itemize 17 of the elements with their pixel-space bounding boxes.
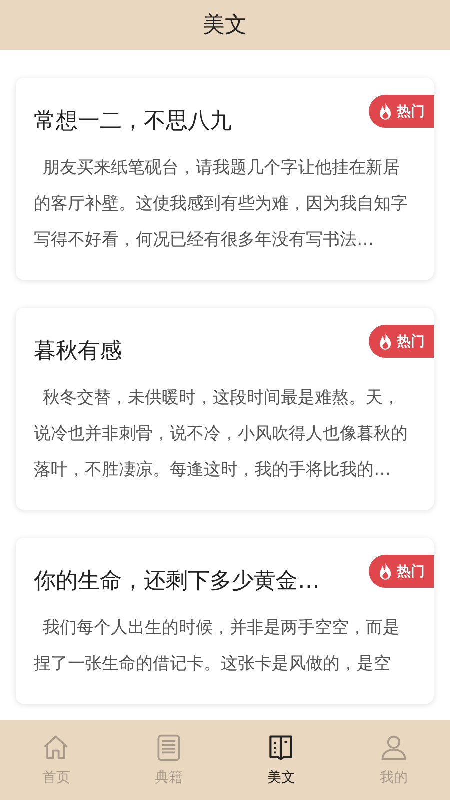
hot-badge: 热门	[369, 555, 434, 588]
article-excerpt: 秋冬交替，未供暖时，这段时间最是难熬。天，说冷也并非刺骨，说不冷，小风吹得人也像暮秋的落叶，不胜凄凉。每逢这时，我的手将比我的…	[34, 387, 409, 482]
flame-icon	[379, 333, 392, 350]
article-card[interactable]: 常想一二，不思八九 热门 朋友买来纸笔砚台，请我题几个字让他挂在新居的客厅补壁。这使我感到有些为难，因为我自知字写得不好看，何况已经有很多年没有写书法…	[16, 78, 434, 280]
flame-icon	[379, 563, 392, 580]
nav-tab[interactable]: 美文	[225, 720, 338, 800]
article-excerpt: 我们每个人出生的时候，并非是两手空空，而是捏了一张生命的借记卡。这张卡是风做的，是空	[34, 617, 401, 676]
hot-badge: 热门	[369, 95, 434, 128]
article-title: 常想一二，不思八九	[34, 108, 232, 136]
article-title: 暮秋有感	[34, 338, 122, 366]
article-card[interactable]: 暮秋有感 热门 秋冬交替，未供暖时，这段时间最是难熬。天，说冷也并非刺骨，说不冷，小风吹得人也像暮秋的落叶，不胜凄凉。每逢这时，我的手将比我的…	[16, 308, 434, 510]
page-title: 美文	[203, 12, 247, 40]
hot-badge: 热门	[369, 325, 434, 358]
flame-icon	[379, 103, 392, 120]
article-card[interactable]: 你的生命，还剩下多少黄金… 热门 我们每个人出生的时候，并非是两手空空，而是捏了一张生命的借记卡。这张卡是风做的，是空	[16, 538, 434, 704]
article-excerpt: 朋友买来纸笔砚台，请我题几个字让他挂在新居的客厅补壁。这使我感到有些为难，因为我自知字写得不好看，何况已经有很多年没有写书法…	[34, 157, 409, 252]
article-title: 你的生命，还剩下多少黄金…	[34, 568, 320, 596]
